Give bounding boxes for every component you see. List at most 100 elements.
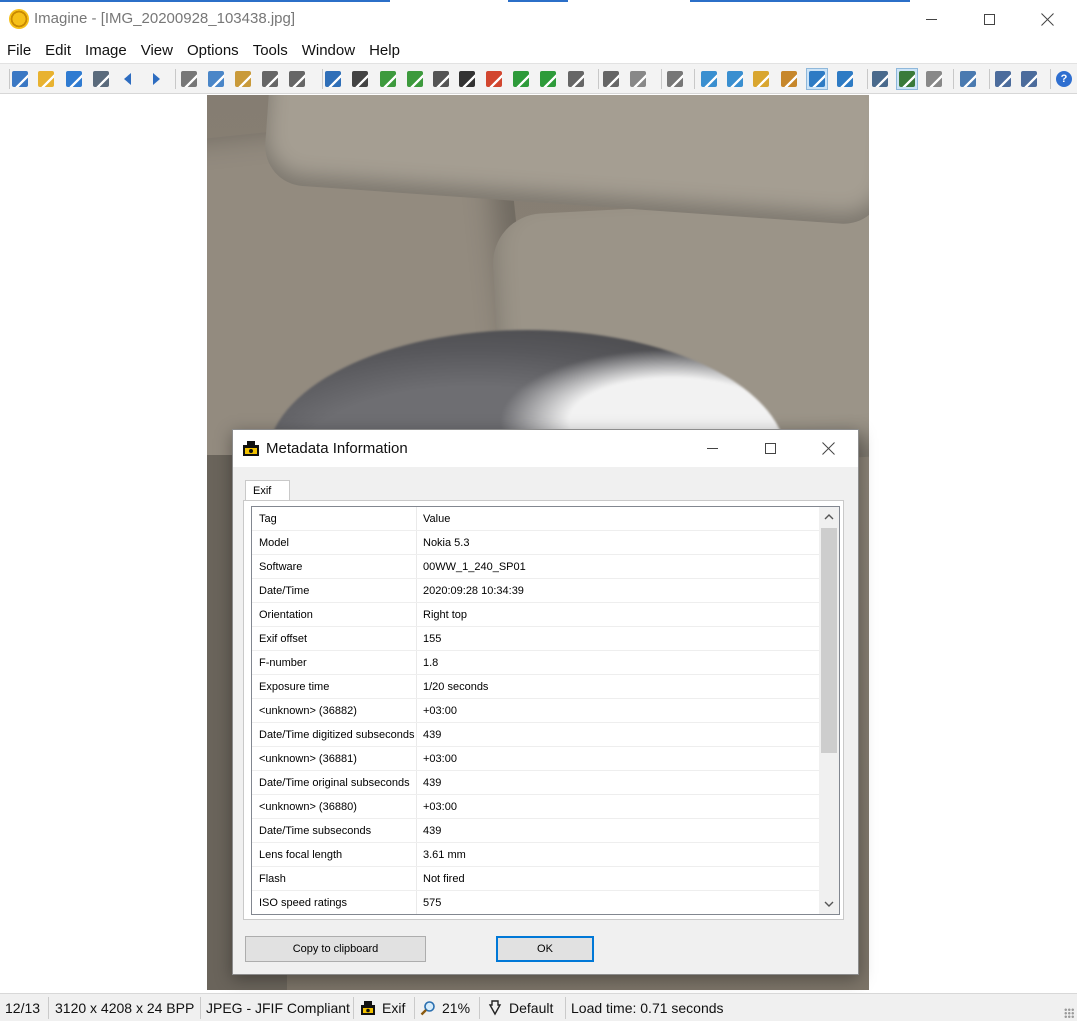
metadata-list[interactable]: Tag Value Model Nokia 5.3 Software 00WW_1_2… — [251, 506, 840, 915]
paste-button[interactable] — [232, 68, 254, 90]
table-row[interactable]: Exif offset 155 — [252, 627, 819, 651]
cut-button[interactable] — [178, 68, 200, 90]
stretch-button[interactable] — [834, 68, 856, 90]
table-row[interactable]: Flash Not fired — [252, 867, 819, 891]
toolbar-separator — [175, 69, 176, 89]
crop-button[interactable] — [600, 68, 622, 90]
menu-help[interactable]: Help — [362, 40, 407, 62]
table-row[interactable]: Date/Time subseconds 439 — [252, 819, 819, 843]
negative-button[interactable] — [456, 68, 478, 90]
monitor-button[interactable] — [869, 68, 891, 90]
zoom-actual-button[interactable] — [750, 68, 772, 90]
rotate-right-button[interactable] — [537, 68, 559, 90]
menu-options[interactable]: Options — [180, 40, 246, 62]
slideshow-icon — [899, 71, 915, 87]
toolbar-separator — [867, 69, 868, 89]
menu-file[interactable]: File — [0, 40, 38, 62]
table-row[interactable]: F-number 1.8 — [252, 651, 819, 675]
copy-button[interactable] — [205, 68, 227, 90]
scroll-up-icon[interactable] — [819, 507, 839, 527]
fit-button[interactable] — [627, 68, 649, 90]
next-icon — [148, 71, 164, 87]
table-row[interactable]: Exposure time 1/20 seconds — [252, 675, 819, 699]
close-button[interactable] — [1018, 0, 1076, 38]
table-row[interactable]: Date/Time original subseconds 439 — [252, 771, 819, 795]
save-button[interactable] — [63, 68, 85, 90]
wand-button[interactable] — [923, 68, 945, 90]
folder-button[interactable] — [35, 68, 57, 90]
metadata-icon — [361, 1001, 375, 1015]
status-metadata[interactable]: Exif — [360, 994, 405, 1021]
table-row[interactable]: ISO speed ratings 575 — [252, 891, 819, 914]
menu-view[interactable]: View — [134, 40, 180, 62]
cell-value: 1.8 — [423, 657, 439, 669]
scrollbar-thumb[interactable] — [821, 528, 837, 753]
resize-grip[interactable] — [1064, 1008, 1074, 1018]
table-row[interactable]: Lens focal length 3.61 mm — [252, 843, 819, 867]
dialog-close-button[interactable] — [799, 430, 857, 467]
column-header-tag[interactable]: Tag — [259, 513, 277, 525]
cell-value: 439 — [423, 729, 442, 741]
cell-tag: Orientation — [259, 609, 313, 621]
tab-exif[interactable]: Exif — [245, 480, 290, 501]
table-row[interactable]: Date/Time digitized subseconds 439 — [252, 723, 819, 747]
table-row[interactable]: Date/Time 2020:09:28 10:34:39 — [252, 579, 819, 603]
slideshow-button[interactable] — [896, 68, 918, 90]
column-header-value[interactable]: Value — [423, 513, 450, 525]
scan-button[interactable] — [404, 68, 426, 90]
cell-value: +03:00 — [423, 705, 457, 717]
status-zoom[interactable]: 21% — [420, 994, 470, 1021]
dialog-minimize-button[interactable] — [683, 430, 741, 467]
help-button[interactable]: ? — [1053, 68, 1075, 90]
cell-tag: ISO speed ratings — [259, 897, 348, 909]
refresh-button[interactable] — [664, 68, 686, 90]
dialog-maximize-button[interactable] — [741, 430, 799, 467]
tools-button[interactable] — [957, 68, 979, 90]
thumbnail-button[interactable] — [1018, 68, 1040, 90]
status-image-index: 12/13 — [5, 1000, 41, 1016]
table-row[interactable]: <unknown> (36881) +03:00 — [252, 747, 819, 771]
copy-to-clipboard-button[interactable]: Copy to clipboard — [245, 936, 426, 962]
table-row[interactable]: Orientation Right top — [252, 603, 819, 627]
fit-window-button[interactable] — [806, 68, 828, 90]
maximize-button[interactable] — [960, 0, 1018, 38]
resize-button[interactable] — [377, 68, 399, 90]
cell-tag: <unknown> (36882) — [259, 705, 357, 717]
metadata-icon — [243, 441, 259, 456]
table-row[interactable]: <unknown> (36882) +03:00 — [252, 699, 819, 723]
app-icon[interactable] — [9, 9, 29, 29]
flip-button[interactable] — [565, 68, 587, 90]
print-button[interactable] — [90, 68, 112, 90]
table-row[interactable]: Software 00WW_1_240_SP01 — [252, 555, 819, 579]
previous-button[interactable] — [117, 68, 139, 90]
refresh-icon — [667, 71, 683, 87]
grayscale-button[interactable] — [430, 68, 452, 90]
menu-tools[interactable]: Tools — [246, 40, 295, 62]
table-row[interactable]: <unknown> (36880) +03:00 — [252, 795, 819, 819]
camera-button[interactable] — [349, 68, 371, 90]
cell-value: 1/20 seconds — [423, 681, 489, 693]
cell-value: 439 — [423, 825, 442, 837]
menu-image[interactable]: Image — [78, 40, 134, 62]
palette-button[interactable] — [483, 68, 505, 90]
info-button[interactable] — [322, 68, 344, 90]
redo-button[interactable] — [286, 68, 308, 90]
fit-width-button[interactable] — [778, 68, 800, 90]
zoom-in-button[interactable] — [698, 68, 720, 90]
open-button[interactable] — [9, 68, 31, 90]
palette-icon — [486, 71, 502, 87]
window-button[interactable] — [992, 68, 1014, 90]
scroll-down-icon[interactable] — [819, 894, 839, 914]
vertical-scrollbar[interactable] — [819, 507, 839, 914]
status-filter[interactable]: Default — [487, 994, 553, 1021]
rotate-left-button[interactable] — [510, 68, 532, 90]
ok-button[interactable]: OK — [496, 936, 594, 962]
table-row[interactable]: Model Nokia 5.3 — [252, 531, 819, 555]
minimize-button[interactable] — [902, 0, 960, 38]
next-button[interactable] — [145, 68, 167, 90]
zoom-out-button[interactable] — [724, 68, 746, 90]
undo-button[interactable] — [259, 68, 281, 90]
menu-edit[interactable]: Edit — [38, 40, 78, 62]
cut-icon — [181, 71, 197, 87]
menu-window[interactable]: Window — [295, 40, 362, 62]
